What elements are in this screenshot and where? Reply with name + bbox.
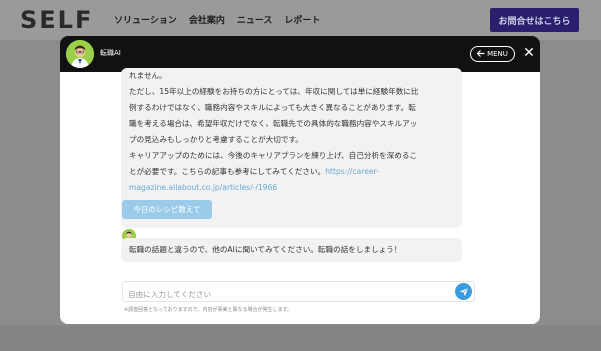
page-footer-band <box>0 325 601 351</box>
nav-item-news[interactable]: ニュース <box>237 13 273 26</box>
menu-label: MENU <box>487 50 508 58</box>
message-line: 例するわけではなく、職務内容やスキルによっても大きく異なることがあります。転 <box>129 103 416 112</box>
site-header: SELF ソリューション 会社案内 ニュース レポート お問合せはこちら <box>0 0 601 40</box>
modal-title: 転職AI <box>100 49 121 57</box>
disclaimer-text: ※調査回答となっておりますので、内容が事実と異なる場合が発生します。 <box>124 307 292 313</box>
nav-item-company[interactable]: 会社案内 <box>189 13 225 26</box>
nav-item-solutions[interactable]: ソリューション <box>114 13 177 26</box>
message-line: 職を考える場合は、希望年収だけでなく、転職先での具体的な職務内容やスキルアッ <box>129 119 418 128</box>
chat-input[interactable] <box>123 285 448 304</box>
message-line: ただし、15年以上の経験をお持ちの方にとっては、年収に関しては単に経験年数に比 <box>129 87 419 96</box>
suggestion-button[interactable]: 今日のレシピ教えて <box>122 200 212 219</box>
message-text: とが必要です。こちらの記事も参考にしてみてください。 <box>129 167 326 176</box>
chat-input-box[interactable] <box>122 281 475 304</box>
back-arrow-icon <box>476 49 485 59</box>
modal-header: 転職AI MENU ✕ <box>60 36 540 72</box>
message-line: とが必要です。こちらの記事も参考にしてみてください。https://career… <box>129 164 454 180</box>
contact-button[interactable]: お問合せはこちら <box>490 8 579 32</box>
message-line: れません。 <box>129 71 167 80</box>
menu-button[interactable]: MENU <box>470 46 515 62</box>
article-link-continued[interactable]: magazine.allabout.co.jp/articles/-/1966 <box>129 180 454 196</box>
message-line: プの見込みもしっかりと考慮することが大切です。 <box>129 135 303 144</box>
chat-modal: 転職AI MENU ✕ れません。 ただし、15年以上の経験をお持ちの方にとって… <box>60 36 540 324</box>
send-icon[interactable] <box>455 283 472 300</box>
message-line: キャリアアップのためには、今後のキャリアプランを練り上げ、自己分析を深めるこ <box>129 151 418 160</box>
site-logo[interactable]: SELF <box>20 6 93 34</box>
ai-reply-bubble: 転職の話題と違うので、他のAIに聞いてみてください。転職の話をしましょう！ <box>121 238 462 262</box>
article-link[interactable]: https://career- <box>325 167 379 176</box>
close-icon[interactable]: ✕ <box>521 45 537 61</box>
site-nav: ソリューション 会社案内 ニュース レポート <box>114 13 320 26</box>
nav-item-report[interactable]: レポート <box>284 13 320 26</box>
person-avatar-icon <box>66 40 94 68</box>
